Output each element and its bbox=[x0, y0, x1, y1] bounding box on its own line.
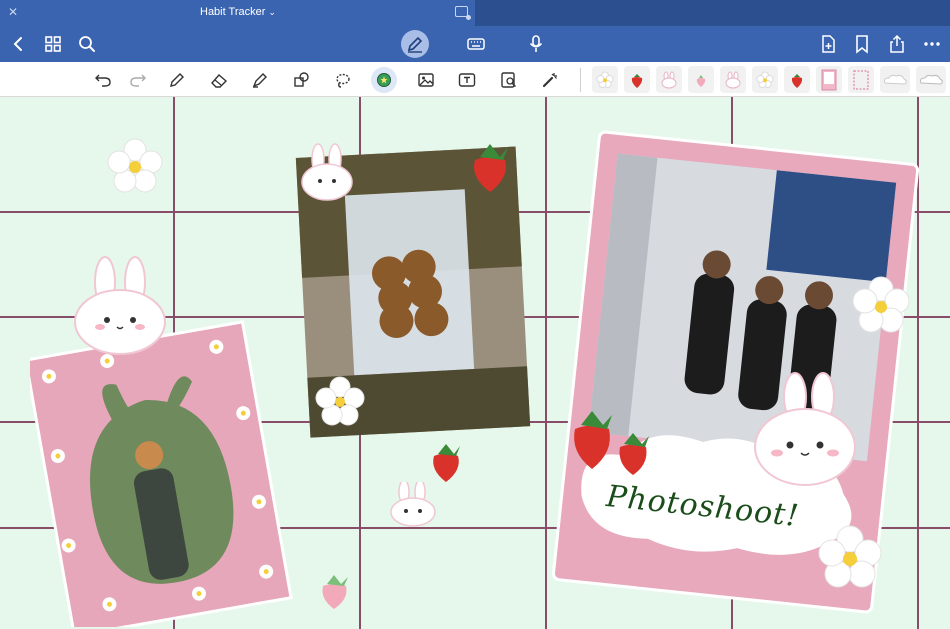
redo-icon bbox=[130, 74, 146, 87]
more-button[interactable] bbox=[918, 30, 946, 58]
textbox-tool[interactable] bbox=[454, 67, 480, 93]
redo-button[interactable] bbox=[125, 67, 151, 93]
shapes-tool[interactable] bbox=[289, 67, 315, 93]
sticker-strawberry-2[interactable] bbox=[784, 66, 810, 93]
polaroid-photo-frame[interactable] bbox=[535, 127, 935, 627]
sticker-bunny-2[interactable] bbox=[720, 66, 746, 93]
bunny-icon bbox=[725, 71, 741, 88]
pen-mode-icon bbox=[407, 36, 423, 53]
eraser-tool[interactable] bbox=[206, 67, 232, 93]
add-page-icon bbox=[822, 35, 835, 53]
cloud-icon bbox=[884, 74, 907, 85]
sticker-cloud-2[interactable] bbox=[916, 66, 946, 93]
microphone-icon bbox=[529, 35, 543, 52]
scan-tool[interactable] bbox=[496, 67, 522, 93]
eraser-icon bbox=[211, 74, 228, 88]
share-button[interactable] bbox=[883, 30, 911, 58]
pink-frame-icon bbox=[821, 69, 837, 90]
highlighter-tool[interactable] bbox=[247, 67, 273, 93]
share-icon bbox=[890, 34, 904, 53]
sticker-dashed-frame[interactable] bbox=[848, 66, 874, 93]
sticker-tray bbox=[592, 66, 946, 94]
laser-tool[interactable] bbox=[537, 67, 563, 93]
laser-icon bbox=[542, 73, 557, 88]
pen-mode-button[interactable] bbox=[401, 30, 429, 58]
sticker-strawberry[interactable] bbox=[624, 66, 650, 93]
bookmark-icon bbox=[856, 35, 868, 54]
more-icon bbox=[924, 42, 940, 46]
toolbar-divider bbox=[580, 68, 581, 92]
highlighter-icon bbox=[252, 73, 267, 88]
pen-icon bbox=[170, 73, 184, 87]
close-tab-icon[interactable]: ✕ bbox=[8, 5, 18, 19]
textbox-icon bbox=[458, 73, 476, 87]
flower-sticker[interactable] bbox=[105, 137, 165, 197]
sticker-pink-frame[interactable] bbox=[816, 66, 842, 93]
shapes-icon bbox=[294, 72, 309, 87]
keyboard-icon bbox=[467, 38, 485, 50]
sticker-flower-2[interactable] bbox=[752, 66, 778, 93]
search-button[interactable] bbox=[73, 30, 101, 58]
scan-icon bbox=[501, 72, 516, 88]
title-bar: ✕ Habit Tracker ⌄ bbox=[0, 0, 950, 26]
dashed-frame-icon bbox=[853, 69, 869, 90]
flower-icon bbox=[756, 71, 774, 88]
strawberry-icon bbox=[631, 73, 643, 88]
grid-icon bbox=[45, 36, 61, 52]
strawberry-icon bbox=[791, 73, 803, 88]
microphone-button[interactable] bbox=[522, 30, 550, 58]
floral-frame-sticker[interactable] bbox=[30, 237, 320, 627]
undo-button[interactable] bbox=[90, 67, 116, 93]
search-icon bbox=[79, 36, 95, 52]
chevron-down-icon: ⌄ bbox=[268, 7, 276, 17]
drawing-toolbar bbox=[0, 62, 950, 97]
pages-grid-button[interactable] bbox=[39, 30, 67, 58]
flower-icon bbox=[596, 71, 614, 88]
sticker-icon bbox=[377, 73, 391, 87]
document-title[interactable]: Habit Tracker ⌄ bbox=[200, 6, 276, 18]
add-page-button[interactable] bbox=[814, 30, 842, 58]
sticker-strawberry-pink[interactable] bbox=[688, 66, 714, 93]
lasso-tool[interactable] bbox=[330, 67, 356, 93]
back-icon bbox=[13, 37, 22, 51]
keyboard-button[interactable] bbox=[462, 30, 490, 58]
bunny-icon bbox=[661, 71, 677, 88]
page-canvas[interactable]: Photoshoot! bbox=[0, 97, 950, 629]
image-icon bbox=[418, 73, 434, 87]
undo-icon bbox=[95, 74, 111, 87]
cookies-photo[interactable] bbox=[295, 142, 535, 442]
image-tool[interactable] bbox=[413, 67, 439, 93]
sticker-tool[interactable] bbox=[371, 67, 397, 93]
cloud-icon bbox=[920, 74, 943, 85]
bunny-sticker[interactable] bbox=[388, 482, 440, 528]
pink-strawberry-sticker[interactable] bbox=[318, 573, 352, 611]
bookmark-button[interactable] bbox=[848, 30, 876, 58]
split-view-icon[interactable] bbox=[455, 6, 471, 20]
sticker-flower[interactable] bbox=[592, 66, 618, 93]
sticker-cloud[interactable] bbox=[880, 66, 910, 93]
sticker-bunny[interactable] bbox=[656, 66, 682, 93]
navigation-bar bbox=[0, 26, 950, 62]
back-button[interactable] bbox=[5, 30, 33, 58]
strawberry-pink-icon bbox=[696, 74, 706, 87]
strawberry-sticker[interactable] bbox=[428, 442, 464, 484]
lasso-icon bbox=[336, 73, 350, 88]
pen-tool[interactable] bbox=[164, 67, 190, 93]
